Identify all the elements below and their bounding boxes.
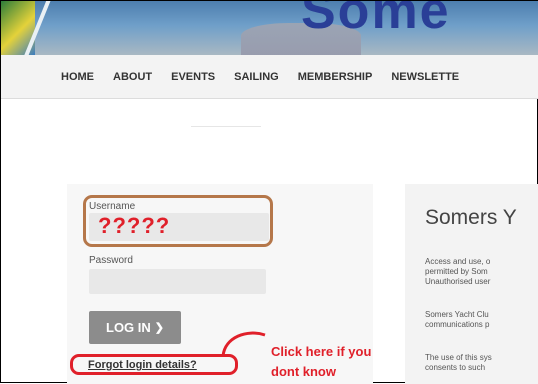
nav-membership[interactable]: MEMBERSHIP bbox=[298, 71, 373, 83]
info-paragraph-1: Access and use, o permitted by Som Unaut… bbox=[425, 257, 538, 287]
annotation-callout: Click here if you dont know bbox=[271, 342, 371, 382]
password-label: Password bbox=[89, 255, 133, 266]
info-line: Access and use, o bbox=[425, 257, 491, 266]
info-paragraph-3: The use of this sys consents to such bbox=[425, 353, 538, 373]
info-line: permitted by Som bbox=[425, 267, 488, 276]
password-input[interactable] bbox=[89, 269, 266, 294]
username-value: ????? bbox=[98, 213, 171, 238]
nav-sailing[interactable]: SAILING bbox=[234, 71, 279, 83]
info-title: Somers Y bbox=[425, 206, 517, 229]
info-paragraph-2: Somers Yacht Clu communications p bbox=[425, 310, 538, 330]
main-nav: HOME ABOUT EVENTS SAILING MEMBERSHIP NEW… bbox=[1, 55, 538, 99]
nav-about[interactable]: ABOUT bbox=[113, 71, 152, 83]
annotation-line-1: Click here if you bbox=[271, 344, 372, 359]
login-button-label: LOG IN bbox=[106, 320, 151, 335]
login-button[interactable]: LOG IN ❯ bbox=[89, 311, 181, 344]
annotation-line-2: dont know bbox=[271, 364, 336, 379]
nav-newsletter[interactable]: NEWSLETTE bbox=[391, 71, 459, 83]
nav-events[interactable]: EVENTS bbox=[171, 71, 215, 83]
chevron-right-icon: ❯ bbox=[154, 322, 164, 334]
forgot-login-link[interactable]: Forgot login details? bbox=[88, 359, 197, 371]
banner-logo-text: Some bbox=[301, 1, 451, 40]
info-line: Somers Yacht Clu bbox=[425, 310, 489, 319]
header-banner: Some bbox=[1, 1, 538, 55]
info-line: consents to such bbox=[425, 363, 486, 372]
info-line: The use of this sys bbox=[425, 353, 492, 362]
info-line: communications p bbox=[425, 320, 490, 329]
faint-divider bbox=[191, 126, 261, 127]
nav-home[interactable]: HOME bbox=[61, 71, 94, 83]
info-line: Unauthorised user bbox=[425, 277, 491, 286]
